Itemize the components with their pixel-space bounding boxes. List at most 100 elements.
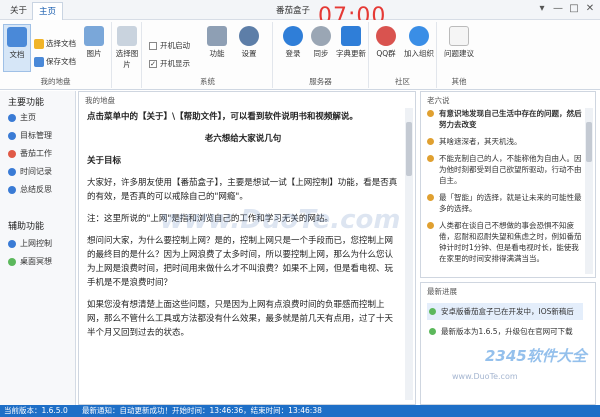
review-icon	[8, 185, 16, 194]
doc-button[interactable]: 文档	[3, 24, 31, 72]
save-icon	[34, 57, 44, 67]
sidebar-item-meditation[interactable]: 桌面冥想	[8, 255, 52, 269]
list-item: 有意识地发现自己生活中存在的问题，然后努力去改变	[427, 108, 583, 130]
sidebar-item-review[interactable]: 总结反思	[8, 183, 52, 197]
app-window: 关于 主页 番茄盒子 07:00 ▾ — □ ✕ 文档 选择文档 保存文档 图片…	[0, 0, 600, 417]
scrollbar-thumb[interactable]	[586, 122, 592, 162]
document-icon	[7, 27, 27, 47]
select-doc-button[interactable]: 选择文档	[34, 38, 76, 50]
image-button[interactable]: 图片	[80, 24, 108, 59]
list-item: 人类都在谈自己不想做的事会恐惧不知疲倦，忍耐和忍耐失望和焦虑之时，例如番茄钟计时…	[427, 220, 583, 264]
meditation-icon	[8, 257, 16, 266]
status-bar: 当前版本：1.6.5.0 最新通知：自动更新成功！开始时间：13:46:36，结…	[0, 405, 600, 417]
sidebar-main-title: 主要功能	[8, 98, 45, 108]
user-icon	[283, 26, 303, 46]
doc-paragraph: 大家好，许多朋友使用【番茄盒子】，主要是想试一试【上网控制】功能，看是否真的有效…	[87, 178, 398, 202]
sidebar-item-goals[interactable]: 目标管理	[8, 129, 52, 143]
group-image: 选择图片	[112, 22, 142, 88]
document-editor[interactable]: 点击菜单中的【关于】\【帮助文件】，可以看到软件说明书和视频解说。 老六想给大家…	[87, 110, 399, 404]
image-icon	[84, 26, 104, 46]
group-icon	[409, 26, 429, 46]
doc-paragraph: 想问问大家，为什么要控制上网？是的，控制上网只是一个手段而已，您控制上网的最终目…	[87, 236, 394, 288]
menu-button[interactable]: ▾	[536, 3, 548, 14]
checkbox-icon: ✓	[149, 60, 157, 68]
quotes-list: 有意识地发现自己生活中存在的问题，然后努力去改变 其啥遮深者，其天机浅。 不能克…	[427, 108, 583, 276]
login-button[interactable]: 登录	[279, 24, 307, 59]
feedback-button[interactable]: 问题建议	[441, 24, 477, 59]
qq-group-button[interactable]: QQ群	[372, 24, 400, 59]
target-icon	[8, 131, 16, 140]
save-doc-button[interactable]: 保存文档	[34, 56, 76, 68]
tomato-icon	[8, 149, 16, 158]
group-label: 其他	[451, 77, 467, 86]
flag-icon	[429, 308, 436, 315]
bullet-icon	[427, 222, 434, 229]
group-server: 登录 同步 字典更新 服务器	[273, 22, 369, 88]
help-instruction: 点击菜单中的【关于】\【帮助文件】，可以看到软件说明书和视频解说。	[87, 112, 358, 122]
show-on-start-checkbox[interactable]: ✓ 开机显示	[149, 58, 190, 70]
news-item[interactable]: 最新版本为1.6.5，升级包在官网可下载	[427, 326, 583, 337]
startup-checkbox[interactable]: 开机启动	[149, 40, 190, 52]
main-panel: 我的地盘 点击菜单中的【关于】\【帮助文件】，可以看到软件说明书和视频解说。 老…	[78, 91, 416, 405]
sync-button[interactable]: 同步	[307, 24, 335, 59]
function-button[interactable]: 功能	[203, 24, 231, 59]
list-item: 不能克制自己的人，不能称他为自由人。因为他时刻都受到自己欲望所驱动，行动不由自主…	[427, 153, 583, 186]
clock-icon	[8, 167, 16, 176]
sidebar: 主要功能 主页 目标管理 番茄工作 时间记录 总结反思 辅助功能 上网控制 桌面…	[0, 91, 76, 405]
sidebar-item-pomodoro[interactable]: 番茄工作	[8, 147, 52, 161]
bullet-icon	[427, 194, 434, 201]
section-heading: 关于目标	[87, 156, 122, 166]
sidebar-aux-title: 辅助功能	[8, 222, 45, 232]
news-item[interactable]: 安卓版番茄盒子已在开发中，IOS新稿后	[427, 303, 583, 320]
version-text: 当前版本：1.6.5.0	[4, 406, 68, 415]
bullet-icon	[427, 155, 434, 162]
tab-about[interactable]: 关于	[4, 2, 33, 20]
sync-icon	[311, 26, 331, 46]
select-image-button[interactable]: 选择图片	[113, 24, 141, 70]
ribbon: 文档 选择文档 保存文档 图片 我的地盘 选择图片 开机启动 ✓开机显示 功能	[0, 20, 600, 90]
home-icon	[8, 113, 16, 122]
join-group-button[interactable]: 加入组织	[403, 24, 435, 59]
globe-icon	[8, 239, 16, 248]
site-watermark: www.DuoTe.com	[452, 372, 518, 381]
group-my-folder: 文档 选择文档 保存文档 图片 我的地盘	[0, 22, 112, 88]
settings-button[interactable]: 设置	[235, 24, 263, 59]
feedback-icon	[449, 26, 469, 46]
folder-icon	[34, 39, 44, 49]
news-panel: 最新进展 安卓版番茄盒子已在开发中，IOS新稿后 最新版本为1.6.5，升级包在…	[420, 282, 596, 405]
checkbox-icon	[149, 42, 157, 50]
select-image-icon	[117, 26, 137, 46]
qq-icon	[376, 26, 396, 46]
quotes-header: 老六说	[427, 96, 450, 105]
minimize-button[interactable]: —	[552, 3, 564, 14]
sidebar-item-internet-control[interactable]: 上网控制	[8, 237, 52, 251]
group-label: 系统	[200, 77, 215, 86]
dictionary-update-button[interactable]: 字典更新	[335, 24, 367, 59]
bullet-icon	[427, 110, 434, 117]
news-header: 最新进展	[427, 287, 457, 296]
quotes-scrollbar[interactable]	[585, 108, 593, 274]
doc-heading: 老六想给大家说几句	[204, 134, 282, 144]
flag-icon	[429, 328, 436, 335]
maximize-button[interactable]: □	[568, 3, 580, 14]
sidebar-item-home[interactable]: 主页	[8, 111, 36, 125]
list-item: 最「智能」的选择，就是让未来的可能性最多的选择。	[427, 192, 583, 214]
logo-watermark: 2345软件大全	[485, 347, 587, 365]
vertical-scrollbar[interactable]	[405, 108, 413, 400]
bullet-icon	[427, 138, 434, 145]
group-label: 社区	[395, 77, 410, 86]
panel-header: 我的地盘	[85, 96, 115, 105]
app-title: 番茄盒子	[276, 6, 311, 16]
group-label: 服务器	[309, 77, 332, 86]
quotes-panel: 老六说 有意识地发现自己生活中存在的问题，然后努力去改变 其啥遮深者，其天机浅。…	[420, 91, 596, 278]
title-bar: 关于 主页 番茄盒子 07:00 ▾ — □ ✕	[0, 0, 600, 29]
tab-home[interactable]: 主页	[32, 2, 64, 20]
group-label: 我的地盘	[40, 77, 71, 86]
group-system: 开机启动 ✓ 开机显示 功能 设置 系统	[143, 22, 273, 88]
sidebar-item-time-log[interactable]: 时间记录	[8, 165, 52, 179]
close-button[interactable]: ✕	[584, 3, 596, 14]
doc-paragraph: 如果您没有想清楚上面这些问题，只是因为上网有点浪费时间的负罪感而控制上网，那么不…	[87, 300, 394, 338]
group-community: QQ群 加入组织 社区	[369, 22, 437, 88]
download-icon	[341, 26, 361, 46]
scrollbar-thumb[interactable]	[406, 122, 412, 176]
